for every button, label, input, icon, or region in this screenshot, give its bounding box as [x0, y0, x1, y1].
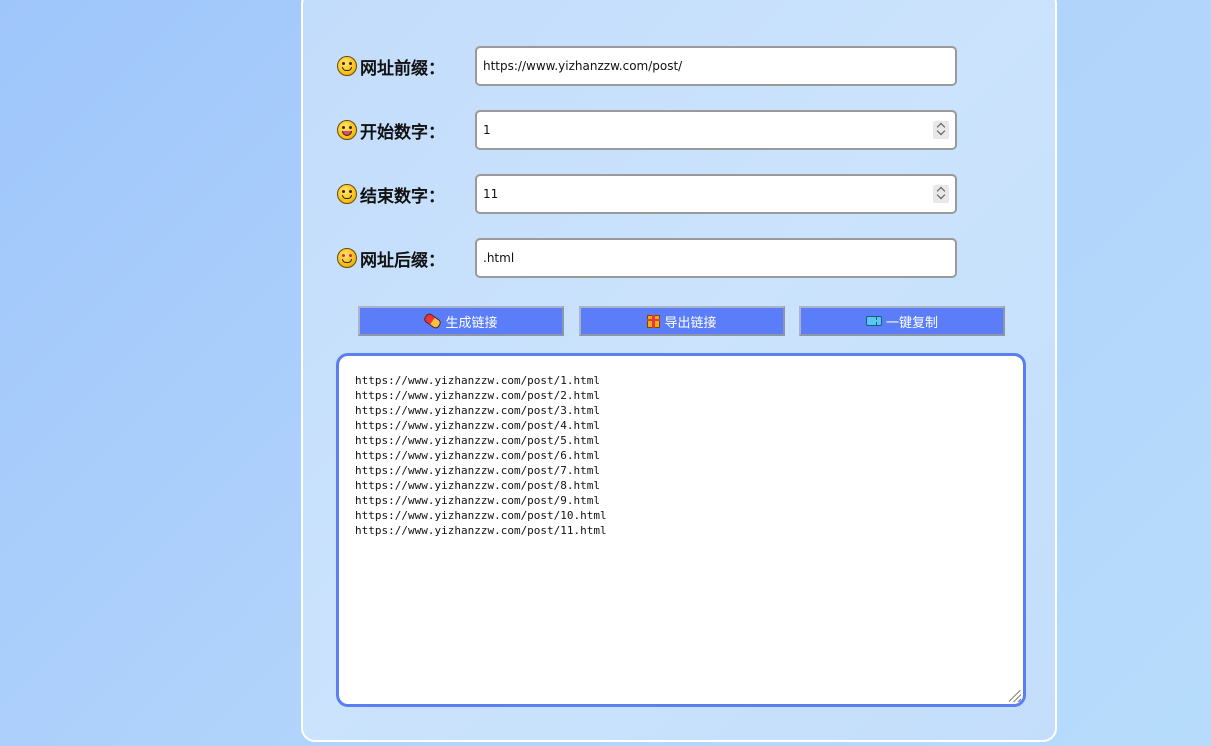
yum-face-icon	[337, 184, 357, 204]
start-label-text: 开始数字：	[360, 122, 445, 143]
copy-all-label: 一键复制	[885, 315, 938, 331]
output-line: https://www.yizhanzzw.com/post/2.html	[355, 389, 601, 402]
output-line: https://www.yizhanzzw.com/post/10.html	[355, 509, 607, 522]
export-links-label: 导出链接	[664, 315, 717, 331]
output-line: https://www.yizhanzzw.com/post/1.html	[355, 374, 601, 387]
output-line: https://www.yizhanzzw.com/post/5.html	[355, 434, 601, 447]
copy-all-button[interactable]: 一键复制	[799, 306, 1005, 336]
start-row: 开始数字： 1	[337, 110, 957, 150]
prefix-input[interactable]: https://www.yizhanzzw.com/post/	[475, 46, 957, 86]
suffix-input[interactable]: .html	[475, 238, 957, 278]
start-number-value: 1	[483, 123, 491, 137]
end-number-spinner-icon[interactable]	[933, 185, 949, 203]
smiling-hearts-face-icon	[337, 248, 357, 268]
grinning-face-icon	[337, 56, 357, 76]
end-label: 结束数字：	[337, 182, 445, 207]
output-line: https://www.yizhanzzw.com/post/7.html	[355, 464, 601, 477]
prefix-label: 网址前缀：	[337, 54, 445, 79]
output-textarea[interactable]: https://www.yizhanzzw.com/post/1.html ht…	[336, 353, 1026, 707]
generate-links-button[interactable]: 生成链接	[358, 306, 564, 336]
output-line: https://www.yizhanzzw.com/post/3.html	[355, 404, 601, 417]
prefix-label-text: 网址前缀：	[360, 58, 445, 79]
output-line: https://www.yizhanzzw.com/post/8.html	[355, 479, 601, 492]
ticket-icon	[865, 316, 882, 326]
pill-icon	[423, 312, 443, 330]
resize-grip-icon[interactable]	[1009, 690, 1021, 702]
output-line: https://www.yizhanzzw.com/post/4.html	[355, 419, 601, 432]
suffix-label-text: 网址后缀：	[360, 250, 445, 271]
suffix-row: 网址后缀： .html	[337, 238, 957, 278]
output-line: https://www.yizhanzzw.com/post/11.html	[355, 524, 607, 537]
end-number-value: 11	[483, 187, 499, 201]
tongue-face-icon	[337, 120, 357, 140]
gift-icon	[647, 314, 661, 328]
start-number-input[interactable]: 1	[475, 110, 957, 150]
prefix-row: 网址前缀： https://www.yizhanzzw.com/post/	[337, 46, 957, 86]
output-line: https://www.yizhanzzw.com/post/9.html	[355, 494, 601, 507]
output-line: https://www.yizhanzzw.com/post/6.html	[355, 449, 601, 462]
end-label-text: 结束数字：	[360, 186, 445, 207]
end-number-input[interactable]: 11	[475, 174, 957, 214]
start-label: 开始数字：	[337, 118, 445, 143]
end-row: 结束数字： 11	[337, 174, 957, 214]
export-links-button[interactable]: 导出链接	[579, 306, 785, 336]
generate-links-label: 生成链接	[445, 315, 498, 331]
suffix-label: 网址后缀：	[337, 246, 445, 271]
start-number-spinner-icon[interactable]	[933, 121, 949, 139]
